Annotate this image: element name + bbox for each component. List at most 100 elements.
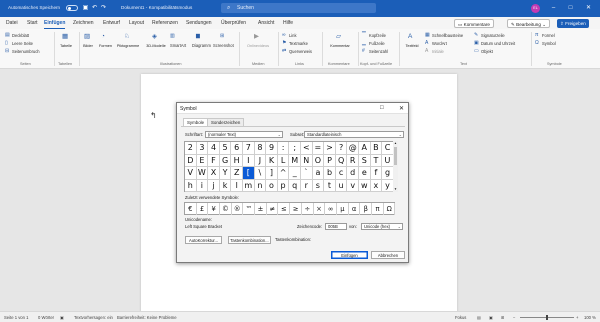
symbol-cell[interactable]: D (185, 154, 197, 168)
recent-symbol-cell[interactable]: ¥ (208, 203, 220, 215)
page-number-button[interactable]: Seitenzahl (369, 49, 388, 54)
search-box[interactable]: ⌕ Suchen (221, 3, 376, 13)
redo-icon[interactable]: ↷ (100, 4, 107, 12)
chart-button[interactable]: Diagramm (192, 43, 211, 48)
symbol-cell[interactable]: n (254, 179, 267, 193)
zoom-level[interactable]: 100 % (584, 315, 596, 320)
symbol-cell[interactable]: d (347, 167, 359, 180)
3d-models-button[interactable]: ◈ 3D-Modelle (145, 32, 167, 58)
quick-parts-button[interactable]: Schnellbausteine (432, 33, 463, 38)
tab-datei[interactable]: Datei (6, 20, 18, 26)
tab-symbole[interactable]: Symbole (183, 118, 209, 126)
maximize-icon[interactable]: □ (566, 3, 575, 13)
symbol-cell[interactable]: @ (347, 142, 359, 155)
dropcap-button[interactable]: Initiale (432, 49, 444, 54)
symbol-cell[interactable]: c (335, 167, 348, 180)
read-mode-icon[interactable]: ▤ (477, 315, 481, 320)
tab-start[interactable]: Start (27, 20, 38, 26)
autocorrect-button[interactable]: AutoKorrektur... (185, 236, 222, 244)
symbol-cell[interactable]: E (196, 154, 209, 168)
recent-symbol-cell[interactable]: £ (197, 203, 209, 215)
bookmark-button[interactable]: Textmarke (289, 41, 308, 46)
font-select[interactable]: (normaler Text) ⌄ (205, 131, 283, 138)
recent-symbol-cell[interactable]: ∞ (325, 203, 337, 215)
tab-sendungen[interactable]: Sendungen (186, 20, 212, 26)
shapes-button[interactable]: ◔ Formen (97, 32, 114, 58)
icons-button[interactable]: ♘ Piktogramme (115, 32, 141, 58)
recent-symbol-cell[interactable]: ≥ (290, 203, 302, 215)
web-layout-icon[interactable]: ⊞ (501, 315, 505, 320)
symbol-cell[interactable]: Z (231, 167, 243, 180)
scroll-up-icon[interactable]: ▲ (393, 141, 398, 145)
symbol-cell[interactable]: < (301, 142, 313, 155)
symbol-cell[interactable]: L (277, 154, 290, 168)
symbol-cell[interactable]: Y (219, 167, 232, 180)
symbol-cell[interactable]: P (324, 154, 336, 168)
recent-symbol-cell[interactable]: ® (232, 203, 244, 215)
date-time-button[interactable]: Datum und Uhrzeit (481, 41, 515, 46)
recent-symbol-cell[interactable]: € (185, 203, 197, 215)
zoom-out-icon[interactable]: − (513, 315, 515, 320)
tab-entwurf[interactable]: Entwurf (103, 20, 120, 26)
link-button[interactable]: Link (289, 33, 297, 38)
symbol-cell[interactable]: s (312, 179, 325, 193)
smartart-button[interactable]: SmartArt (170, 43, 186, 48)
symbol-cell[interactable]: x (370, 179, 383, 193)
symbol-cell[interactable]: ` (301, 167, 313, 180)
symbol-cell[interactable]: O (312, 154, 325, 168)
from-select[interactable]: Unicode (hex) ⌄ (361, 223, 403, 230)
zoom-slider-thumb[interactable] (546, 315, 548, 320)
tab-layout[interactable]: Layout (129, 20, 144, 26)
symbol-cell[interactable]: A (359, 142, 371, 155)
print-layout-icon[interactable]: ▣ (489, 315, 493, 320)
tab-ansicht[interactable]: Ansicht (258, 20, 274, 26)
textbox-button[interactable]: A Textfeld (402, 32, 422, 58)
symbol-cell[interactable]: ] (266, 167, 278, 180)
symbol-cell[interactable]: X (208, 167, 220, 180)
symbol-cell[interactable]: N (301, 154, 313, 168)
insert-button[interactable]: Einfügen (331, 251, 368, 259)
symbol-cell[interactable]: H (231, 154, 243, 168)
tab-sonderzeichen[interactable]: Sonderzeichen (207, 118, 245, 126)
avatar[interactable]: EL (531, 4, 540, 13)
recent-symbol-cell[interactable]: × (314, 203, 326, 215)
symbol-cell[interactable]: 2 (185, 142, 197, 155)
symbol-cell[interactable]: J (254, 154, 267, 168)
symbol-cell[interactable]: 6 (231, 142, 243, 155)
symbol-cell[interactable]: b (324, 167, 336, 180)
symbol-cell[interactable]: M (289, 154, 301, 168)
tab-hilfe[interactable]: Hilfe (283, 20, 293, 26)
symbol-cell[interactable]: \ (254, 167, 267, 180)
symbol-cell[interactable]: B (370, 142, 383, 155)
char-code-input[interactable]: 005B (325, 223, 347, 230)
autosave-toggle[interactable] (66, 5, 78, 11)
equation-button[interactable]: Formel (542, 33, 555, 38)
symbol-cell[interactable]: 7 (243, 142, 255, 155)
recent-symbol-cell[interactable]: α (349, 203, 361, 215)
cancel-button[interactable]: Abbrechen (371, 251, 405, 259)
page-break-button[interactable]: Seitenumbruch (12, 49, 40, 54)
scroll-down-icon[interactable]: ▼ (393, 187, 398, 191)
symbol-cell[interactable]: e (359, 167, 371, 180)
recent-symbol-cell[interactable]: ± (255, 203, 267, 215)
symbol-cell[interactable]: : (277, 142, 290, 155)
symbol-cell[interactable]: 9 (266, 142, 278, 155)
minimize-icon[interactable]: – (549, 3, 558, 13)
symbol-cell[interactable]: o (266, 179, 278, 193)
symbol-cell[interactable]: 8 (254, 142, 267, 155)
comment-button[interactable]: ▱ Kommentar (327, 32, 353, 58)
recent-symbol-cell[interactable]: β (361, 203, 373, 215)
symbol-cell[interactable]: l (231, 179, 243, 193)
symbol-cell[interactable]: ? (335, 142, 348, 155)
symbol-cell[interactable]: 5 (219, 142, 232, 155)
cover-page-button[interactable]: Deckblatt (12, 33, 29, 38)
tab-einfuegen[interactable]: Einfügen (44, 20, 66, 29)
pictures-button[interactable]: ▨ Bilder (81, 32, 95, 58)
symbol-grid-scrollbar[interactable]: ▲ ▼ (393, 141, 398, 192)
symbol-button[interactable]: Symbol (542, 41, 556, 46)
symbol-cell[interactable]: ; (289, 142, 301, 155)
symbol-cell[interactable]: k (219, 179, 232, 193)
symbol-cell[interactable]: u (335, 179, 348, 193)
proofing-icon[interactable]: ▣ (60, 315, 64, 320)
wordart-button[interactable]: WordArt (432, 41, 447, 46)
